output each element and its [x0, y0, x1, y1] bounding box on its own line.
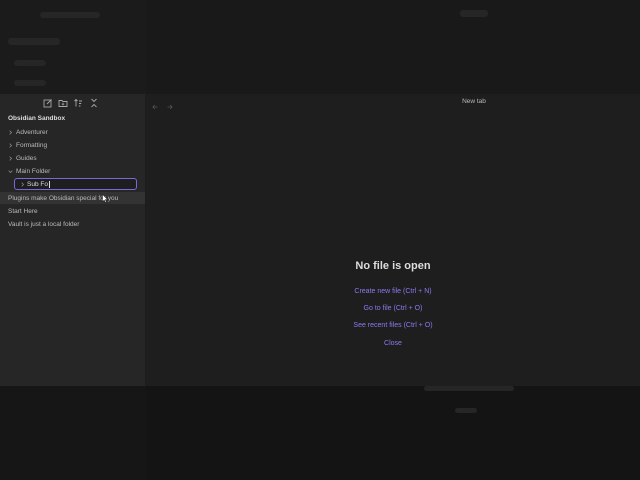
empty-state-title: No file is open: [355, 260, 431, 272]
chevron-right-icon: [8, 129, 12, 135]
collapse-icon: [91, 98, 97, 108]
pencil-square-icon: [43, 99, 52, 108]
back-button[interactable]: [152, 97, 161, 110]
chevron-down-icon: [7, 169, 13, 173]
folder-item[interactable]: Guides: [0, 152, 145, 164]
folder-rename-input[interactable]: Sub Fo: [14, 178, 137, 190]
folder-item[interactable]: Main Folder: [0, 165, 145, 177]
arrow-left-icon: [152, 104, 158, 110]
sort-icon: [74, 98, 82, 107]
background-link: [424, 386, 514, 391]
folder-label: Adventurer: [16, 128, 48, 136]
collapse-all-button[interactable]: [88, 97, 100, 109]
folder-label: Guides: [16, 154, 37, 162]
create-new-file-link[interactable]: Create new file (Ctrl + N): [146, 288, 640, 295]
new-note-button[interactable]: [42, 97, 54, 109]
file-label: Vault is just a local folder: [8, 220, 80, 228]
folder-plus-icon: [58, 100, 68, 107]
text-caret: [48, 180, 50, 188]
chevron-right-icon: [8, 155, 12, 161]
file-item[interactable]: Start Here: [0, 205, 145, 217]
arrow-right-icon: [167, 104, 173, 110]
close-link[interactable]: Close: [146, 340, 640, 347]
tab-title: New tab: [462, 98, 486, 105]
background-sidebar: [0, 386, 146, 480]
sort-button[interactable]: [72, 97, 84, 109]
folder-item[interactable]: Formatting: [0, 139, 145, 151]
file-explorer-toolbar: [0, 94, 145, 112]
background-window-top: [0, 0, 640, 94]
file-item[interactable]: Plugins make Obsidian special for you: [0, 192, 145, 204]
background-item: [14, 60, 46, 66]
background-window-bottom: [0, 386, 640, 480]
chevron-right-icon: [8, 142, 12, 148]
new-folder-button[interactable]: [57, 97, 69, 109]
file-explorer-sidebar: Obsidian Sandbox Adventurer Formatting G…: [0, 94, 146, 386]
folder-label: Formatting: [16, 141, 48, 149]
rename-input-value: Sub Fo: [27, 180, 48, 188]
background-item: [14, 80, 46, 86]
background-toolbar: [40, 12, 100, 18]
forward-button[interactable]: [167, 97, 176, 110]
background-link: [455, 408, 477, 413]
background-vault-name: [8, 38, 60, 45]
chevron-right-icon: [20, 181, 24, 187]
folder-item[interactable]: Adventurer: [0, 126, 145, 138]
vault-name[interactable]: Obsidian Sandbox: [8, 115, 65, 122]
file-label: Start Here: [8, 207, 38, 215]
file-item[interactable]: Vault is just a local folder: [0, 218, 145, 230]
background-tab-title: [460, 10, 488, 17]
folder-label: Main Folder: [16, 167, 51, 175]
see-recent-files-link[interactable]: See recent files (Ctrl + O): [146, 322, 640, 329]
go-to-file-link[interactable]: Go to file (Ctrl + O): [146, 305, 640, 312]
app-window: Obsidian Sandbox Adventurer Formatting G…: [0, 94, 640, 386]
mouse-pointer-icon: [102, 194, 108, 203]
